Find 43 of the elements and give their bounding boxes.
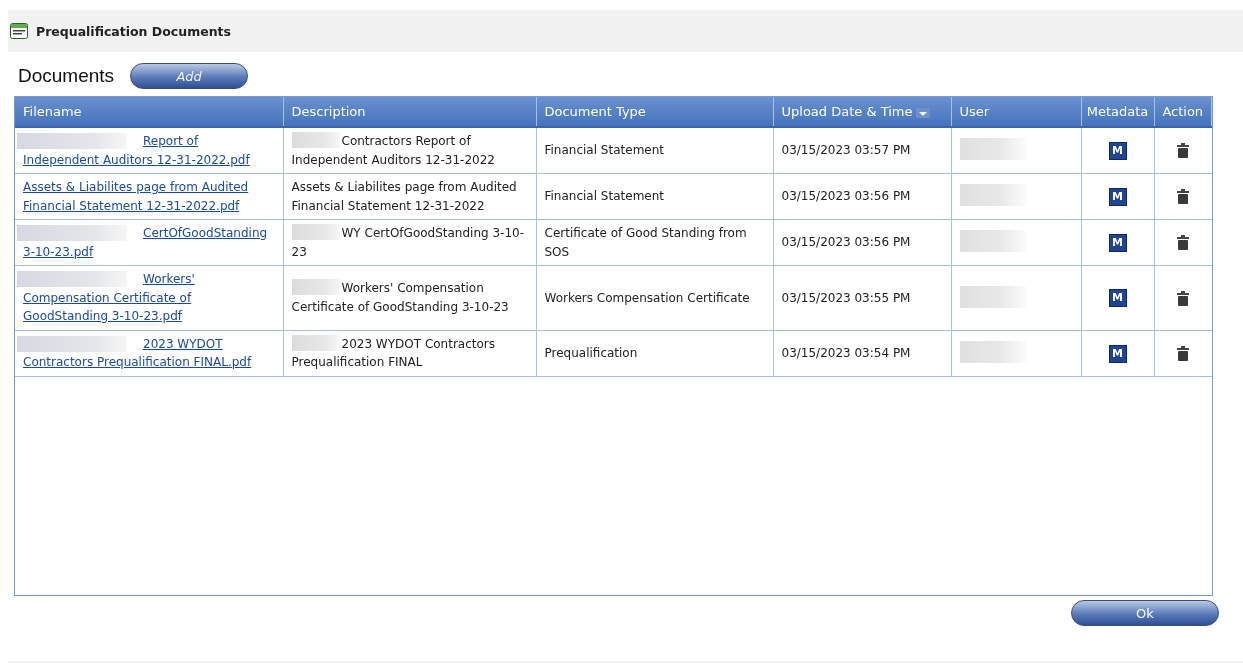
delete-icon[interactable] [1177, 143, 1189, 159]
delete-icon[interactable] [1177, 189, 1189, 205]
file-link[interactable]: Report of Independent Auditors 12-31-2022.pdf [23, 132, 275, 169]
file-link[interactable]: Assets & Liabilites page from Audited Financial Statement 12-31-2022.pdf [23, 178, 275, 215]
delete-icon[interactable] [1177, 290, 1189, 306]
column-header[interactable]: Description [283, 97, 536, 127]
column-header[interactable]: Upload Date & Time [773, 97, 951, 127]
file-link[interactable]: 2023 WYDOT Contractors Prequalification FINAL.pdf [23, 334, 275, 372]
upload-date-text: 03/15/2023 03:57 PM [781, 143, 911, 158]
file-link[interactable]: Workers' Compensation Certificate of GoodStanding 3-10-23.pdf [23, 270, 275, 326]
document-type-text: Prequalification [544, 345, 638, 360]
add-button[interactable]: Add [130, 63, 249, 89]
description-text: 2023 WYDOT Contractors Prequalification FINAL [291, 336, 496, 369]
delete-icon[interactable] [1177, 345, 1189, 361]
description-text: Workers' Compensation Certificate of GoodStanding 3-10-23 [291, 281, 509, 314]
document-type-text: Workers Compensation Certificate [544, 290, 750, 305]
upload-date-text: 03/15/2023 03:54 PM [781, 345, 911, 360]
metadata-button[interactable]: M [1108, 234, 1127, 252]
metadata-button[interactable]: M [1108, 344, 1127, 363]
section-title: Documents [18, 65, 115, 87]
description-text: WY CertOfGoodStanding 3-10-23 [291, 226, 524, 259]
metadata-button[interactable]: M [1108, 142, 1127, 160]
document-type-text: Financial Statement [544, 189, 664, 204]
sort-icon[interactable] [916, 107, 931, 118]
column-header[interactable]: Action [1154, 97, 1212, 127]
upload-date-text: 03/15/2023 03:56 PM [781, 235, 911, 250]
description-text: Assets & Liabilites page from Audited Financial Statement 12-31-2022 [291, 180, 517, 213]
metadata-button[interactable]: M [1108, 289, 1127, 308]
document-type-text: Financial Statement [544, 143, 664, 158]
upload-date-text: 03/15/2023 03:56 PM [781, 189, 911, 204]
file-link[interactable]: CertOfGoodStanding 3-10-23.pdf [23, 224, 275, 261]
ok-button[interactable]: Ok [1071, 600, 1219, 626]
column-header[interactable]: Metadata [1081, 97, 1154, 127]
window-icon [10, 23, 28, 39]
window-title: Prequalification Documents [36, 23, 231, 39]
column-header[interactable]: Filename [15, 97, 283, 127]
description-text: Contractors Report of Independent Auditors 12-31-2022 [291, 134, 495, 167]
column-header[interactable]: Document Type [536, 97, 773, 127]
upload-date-text: 03/15/2023 03:55 PM [781, 290, 911, 305]
column-header[interactable]: User [951, 97, 1081, 127]
delete-icon[interactable] [1177, 235, 1189, 251]
metadata-button[interactable]: M [1108, 188, 1127, 206]
document-type-text: Certificate of Good Standing from SOS [544, 226, 747, 259]
